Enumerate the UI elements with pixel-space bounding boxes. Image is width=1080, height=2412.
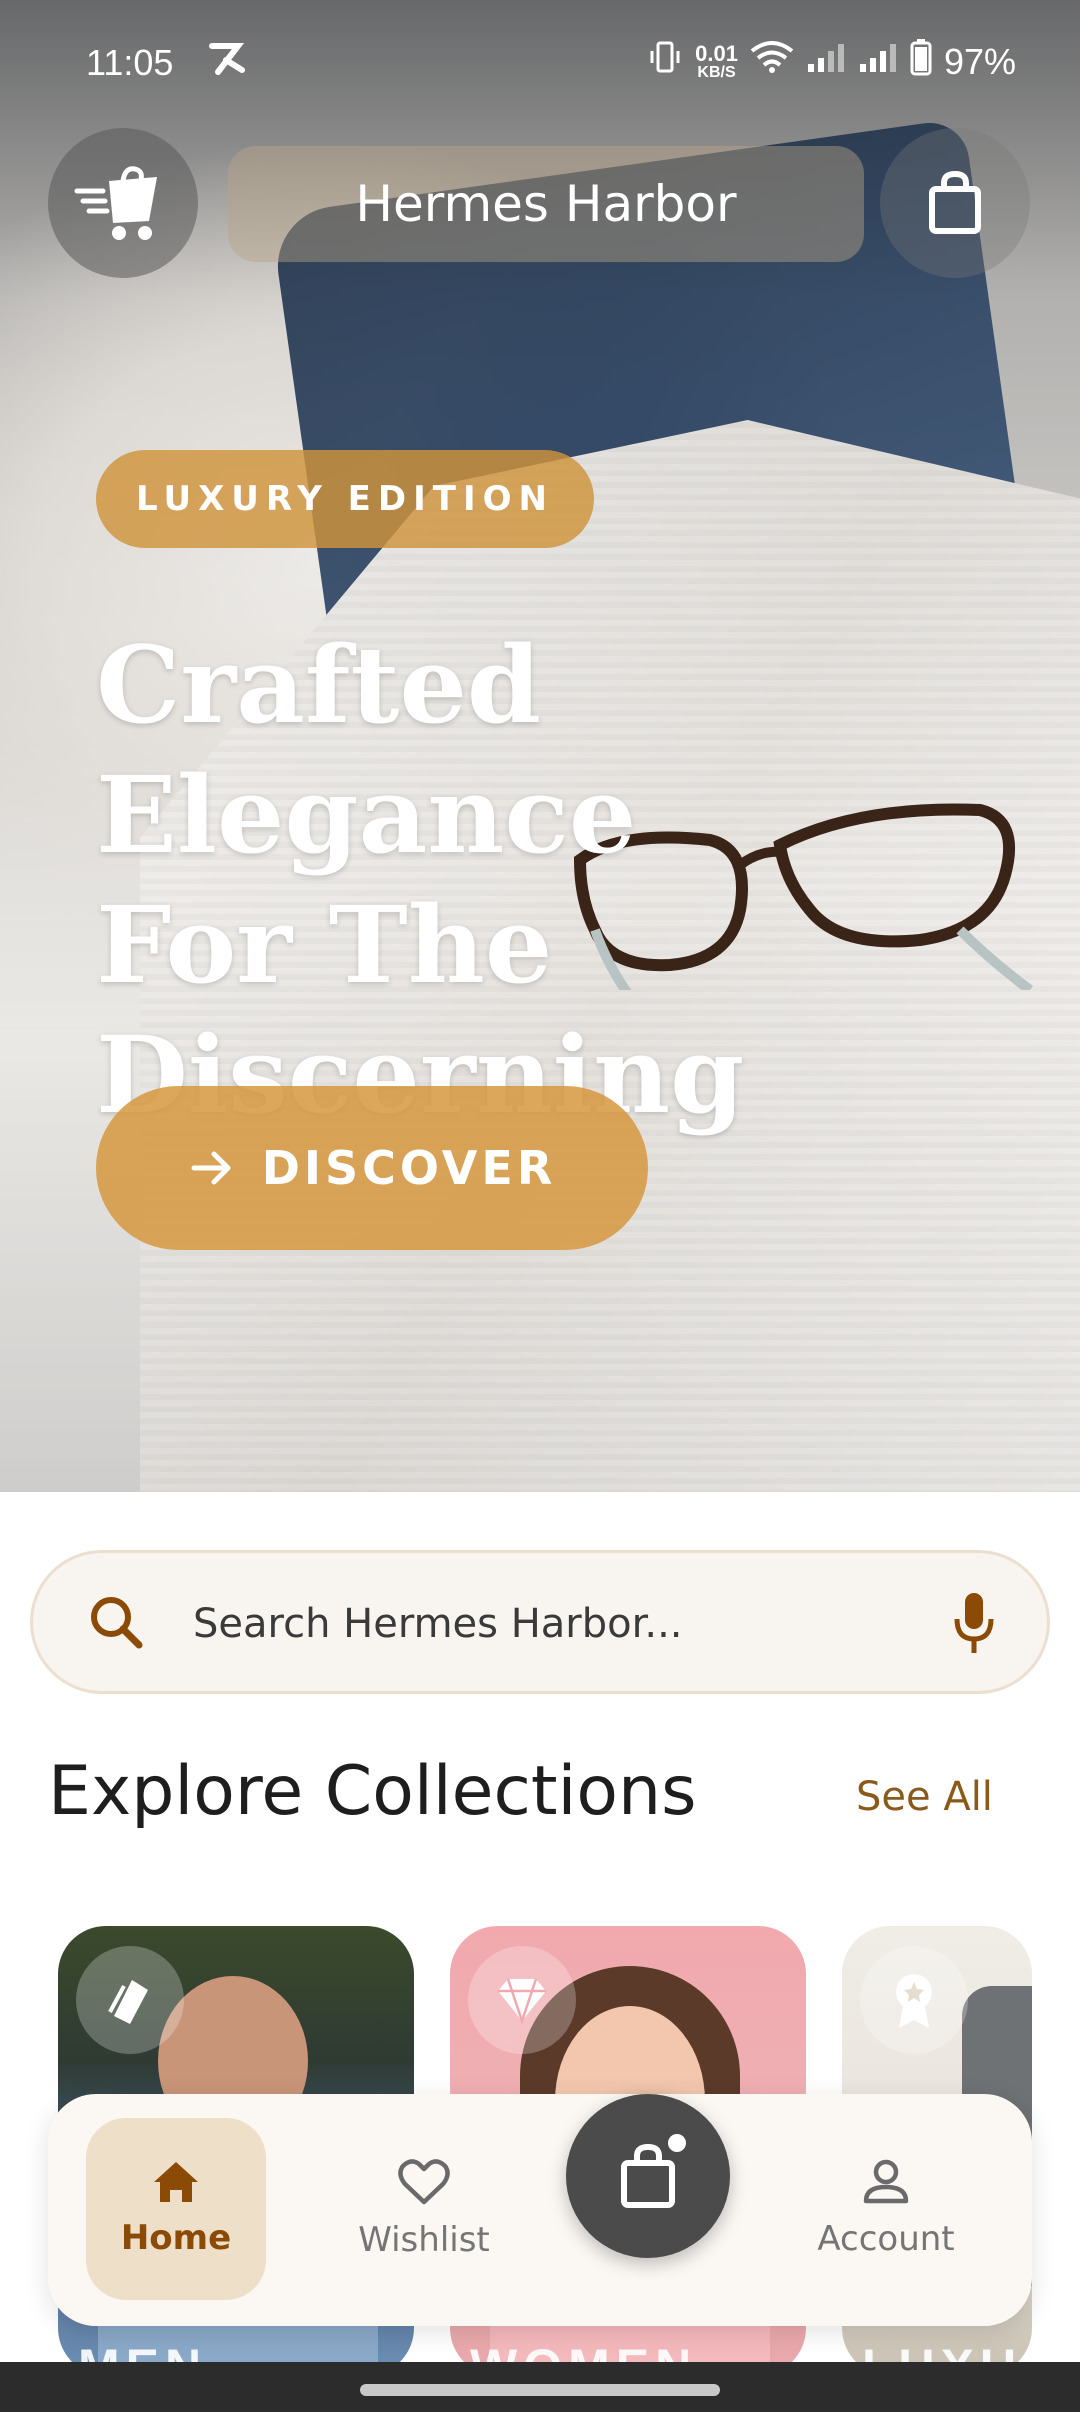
notification-icon <box>208 40 248 85</box>
menu-button[interactable] <box>48 128 198 278</box>
arrow-right-icon <box>191 1151 231 1185</box>
discover-button[interactable]: DISCOVER <box>96 1086 648 1250</box>
nav-account-label: Account <box>817 2219 955 2259</box>
mic-icon[interactable] <box>951 1589 997 1657</box>
vibrate-icon <box>647 39 683 84</box>
nav-home-label: Home <box>120 2218 232 2258</box>
search-icon <box>91 1597 143 1649</box>
nav-home[interactable]: Home <box>86 2118 266 2300</box>
heart-icon <box>398 2159 450 2205</box>
battery-icon <box>910 38 932 85</box>
collections-title: Explore Collections <box>48 1752 697 1831</box>
person-icon <box>863 2159 909 2204</box>
nav-account[interactable]: Account <box>796 2118 976 2300</box>
nav-wishlist-label: Wishlist <box>358 2220 490 2260</box>
shopping-bag-icon <box>929 171 981 234</box>
nav-wishlist[interactable]: Wishlist <box>334 2118 514 2300</box>
award-icon <box>860 1946 968 2054</box>
hero-headline: Crafted Elegance For The Discerning <box>96 620 1016 1140</box>
status-bar: 11:05 0.01 KB/S 97% <box>0 0 1080 122</box>
cart-badge-dot <box>668 2134 686 2152</box>
see-all-link[interactable]: See All <box>856 1774 993 1820</box>
search-bar[interactable]: Search Hermes Harbor... <box>30 1550 1050 1694</box>
cart-button[interactable] <box>880 128 1030 278</box>
luxury-badge: LUXURY EDITION <box>96 450 594 548</box>
signal-icon-2 <box>858 41 898 83</box>
signal-icon-1 <box>806 41 846 83</box>
menu-cart-icon <box>74 166 157 240</box>
tag-icon <box>76 1946 184 2054</box>
headline-line-1: Crafted Elegance <box>96 622 637 877</box>
status-time: 11:05 <box>86 42 174 83</box>
data-speed: 0.01 KB/S <box>695 40 738 81</box>
app-title: Hermes Harbor <box>228 146 864 262</box>
shopping-bag-icon <box>621 2143 675 2208</box>
home-icon <box>154 2162 198 2202</box>
status-indicators: 0.01 KB/S 97% <box>647 38 1016 85</box>
gesture-handle[interactable] <box>360 2384 720 2396</box>
nav-cart-button[interactable] <box>566 2094 730 2258</box>
bottom-navigation: Home Wishlist Account <box>48 2094 1032 2326</box>
wifi-icon <box>750 39 794 84</box>
headline-line-2: For The <box>96 882 553 1007</box>
search-input[interactable]: Search Hermes Harbor... <box>193 1601 683 1647</box>
diamond-icon <box>468 1946 576 2054</box>
system-navigation-bar <box>0 2362 1080 2412</box>
battery-percent: 97% <box>943 40 1016 82</box>
app-title-text: Hermes Harbor <box>355 175 737 233</box>
discover-label: DISCOVER <box>261 1141 557 1195</box>
